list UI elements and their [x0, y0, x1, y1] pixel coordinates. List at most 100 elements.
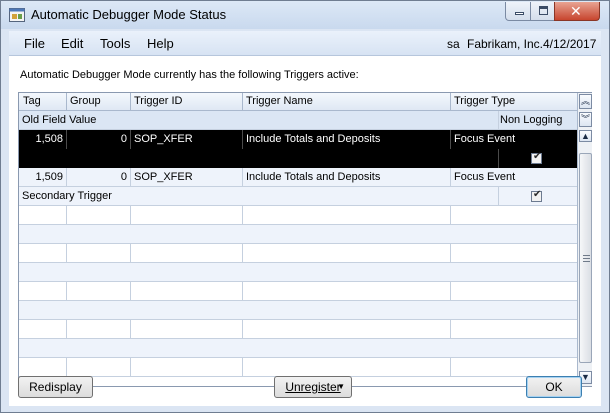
- ok-label: OK: [545, 380, 563, 394]
- empty-row: [19, 301, 577, 320]
- expand-rows-button[interactable]: ︾: [579, 112, 592, 127]
- cell-divider: [450, 168, 451, 187]
- cell-divider: [450, 358, 451, 377]
- header-divider: [450, 93, 451, 111]
- cell-divider: [66, 320, 67, 339]
- user-id: sa: [447, 37, 460, 51]
- menu-bar: File Edit Tools Help sa Fabrikam, Inc. 4…: [9, 31, 601, 56]
- cell-divider: [242, 206, 243, 225]
- empty-row: [19, 320, 577, 339]
- redisplay-button[interactable]: Redisplay: [18, 376, 93, 398]
- dropdown-arrow-icon: ▼: [337, 382, 345, 391]
- cell-divider: [130, 130, 131, 149]
- company-name: Fabrikam, Inc.: [467, 37, 544, 51]
- cell-divider: [66, 206, 67, 225]
- cell-divider: [242, 168, 243, 187]
- menu-help[interactable]: Help: [147, 36, 174, 51]
- cell-group: 0: [120, 133, 127, 145]
- empty-row: [19, 282, 577, 301]
- table-row[interactable]: 1,509 0 SOP_XFER Include Totals and Depo…: [19, 168, 577, 187]
- user-date: 4/12/2017: [543, 37, 597, 51]
- cell-divider: [130, 168, 131, 187]
- close-button[interactable]: ✕: [554, 2, 600, 21]
- debugger-window-icon: [9, 8, 25, 22]
- cell-divider: [242, 282, 243, 301]
- cell-divider: [450, 320, 451, 339]
- unregister-label: Unregister: [285, 380, 341, 394]
- cell-divider: [450, 130, 451, 149]
- table-row-secondary[interactable]: Secondary Trigger ✔: [19, 187, 577, 206]
- cell-tag: 1,509: [35, 171, 63, 183]
- grid-scrollbar[interactable]: ︽ ︾ ▲ ▼: [577, 93, 592, 386]
- cell-divider: [242, 358, 243, 377]
- grip-line: [583, 255, 590, 256]
- grip-line: [583, 258, 590, 259]
- column-header-trigger-name: Trigger Name: [246, 95, 313, 107]
- empty-row: [19, 225, 577, 244]
- cell-trigger-type: Focus Event: [454, 171, 516, 183]
- window-title: Automatic Debugger Mode Status: [31, 7, 227, 22]
- cell-divider: [130, 244, 131, 263]
- column-header-old-field-value: Old Field Value: [22, 114, 97, 126]
- non-logging-checkbox[interactable]: ✔: [531, 151, 542, 164]
- header-divider: [66, 93, 67, 111]
- triggers-grid: Tag Group Trigger ID Trigger Name Trigge…: [18, 92, 592, 387]
- intro-text: Automatic Debugger Mode currently has th…: [20, 69, 359, 81]
- grip-line: [583, 261, 590, 262]
- cell-divider: [450, 282, 451, 301]
- cell-trigger-id: SOP_XFER: [134, 133, 193, 145]
- cell-divider: [130, 358, 131, 377]
- column-header-tag: Tag: [23, 95, 41, 107]
- collapse-rows-button[interactable]: ︽: [579, 94, 592, 109]
- header-divider: [242, 93, 243, 111]
- empty-row: [19, 206, 577, 225]
- column-header-group: Group: [70, 95, 101, 107]
- cell-trigger-id: SOP_XFER: [134, 171, 193, 183]
- cell-divider: [498, 187, 499, 206]
- unregister-button[interactable]: Unregister ▼: [274, 376, 352, 398]
- column-header-trigger-type: Trigger Type: [454, 95, 516, 107]
- cell-divider: [66, 244, 67, 263]
- debugger-status-window: Automatic Debugger Mode Status ✕ File Ed…: [0, 0, 610, 413]
- cell-divider: [450, 244, 451, 263]
- column-header-non-logging: Non Logging: [500, 114, 563, 126]
- column-header-trigger-id: Trigger ID: [134, 95, 183, 107]
- client-area: File Edit Tools Help sa Fabrikam, Inc. 4…: [9, 31, 601, 406]
- menu-tools[interactable]: Tools: [100, 36, 130, 51]
- cell-divider: [130, 282, 131, 301]
- table-row[interactable]: 1,508 0 SOP_XFER Include Totals and Depo…: [19, 130, 577, 149]
- menu-edit[interactable]: Edit: [61, 36, 83, 51]
- scroll-up-button[interactable]: ▲: [579, 130, 592, 142]
- empty-row: [19, 244, 577, 263]
- maximize-button[interactable]: [530, 2, 555, 21]
- grid-header: Tag Group Trigger ID Trigger Name Trigge…: [19, 93, 577, 111]
- menu-file[interactable]: File: [24, 36, 45, 51]
- cell-group: 0: [120, 171, 127, 183]
- redisplay-label: Redisplay: [29, 380, 82, 394]
- cell-trigger-type: Focus Event: [454, 133, 516, 145]
- empty-row: [19, 358, 577, 377]
- double-chevron-down-icon: ︾: [580, 114, 590, 124]
- checkmark-icon: ✔: [533, 151, 542, 162]
- cell-divider: [242, 320, 243, 339]
- cell-divider: [130, 206, 131, 225]
- cell-divider: [66, 282, 67, 301]
- empty-row: [19, 339, 577, 358]
- checkmark-icon: ✔: [533, 189, 542, 200]
- cell-divider: [242, 130, 243, 149]
- close-icon: ✕: [570, 3, 582, 19]
- cell-divider: [66, 168, 67, 187]
- cell-divider: [242, 244, 243, 263]
- cell-divider: [66, 358, 67, 377]
- minimize-button[interactable]: [505, 2, 531, 21]
- scroll-thumb[interactable]: [579, 153, 592, 363]
- double-chevron-up-icon: ︽: [580, 96, 590, 106]
- ok-button[interactable]: OK: [526, 376, 582, 398]
- grid-subheader: Old Field Value Non Logging: [19, 111, 577, 130]
- table-row-secondary[interactable]: ✔: [19, 149, 577, 168]
- title-bar[interactable]: Automatic Debugger Mode Status ✕: [1, 1, 609, 29]
- cell-divider: [66, 130, 67, 149]
- arrow-up-icon: ▲: [581, 131, 590, 141]
- cell-secondary-label: Secondary Trigger: [22, 190, 112, 202]
- non-logging-checkbox[interactable]: ✔: [531, 189, 542, 202]
